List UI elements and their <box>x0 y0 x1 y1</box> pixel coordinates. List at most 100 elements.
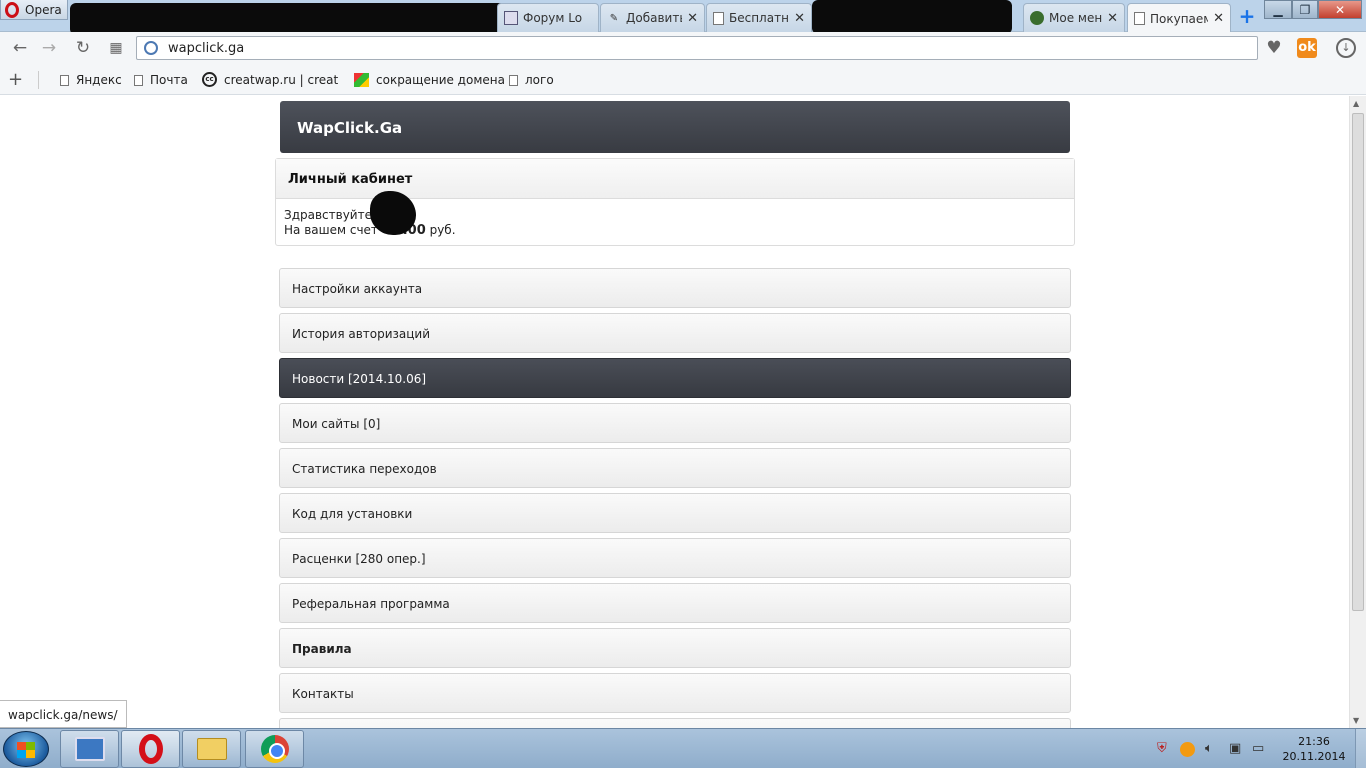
bookmark-domain-shortener[interactable]: сокращение домена <box>354 73 505 87</box>
site-header: WapClick.Ga <box>280 101 1070 153</box>
page-icon <box>134 74 143 86</box>
menu-install-code[interactable]: Код для установки <box>279 493 1071 533</box>
antivirus-tray-icon[interactable]: ⛨ <box>1157 741 1167 756</box>
scroll-up-icon[interactable]: ▲ <box>1353 99 1359 108</box>
clock-time: 21:36 <box>1298 735 1330 748</box>
device-tray-icon[interactable]: ▣ <box>1229 741 1241 756</box>
bookmark-creatwap[interactable]: cc creatwap.ru | creatwa <box>202 72 338 87</box>
creative-commons-icon: cc <box>202 72 217 87</box>
tab-title: Мое меню <box>1049 11 1103 25</box>
address-bar[interactable]: wapclick.ga <box>136 36 1258 60</box>
site-brand[interactable]: WapClick.Ga <box>297 119 402 137</box>
tab-close-icon[interactable]: ✕ <box>1213 11 1224 26</box>
redacted-username <box>370 191 416 235</box>
taskbar-app-control-panel[interactable] <box>60 730 119 768</box>
redacted-tabs <box>70 3 510 35</box>
tab-strip: Opera Форум Lo ✎ Добавить ✕ Бесплатн ✕ М… <box>0 0 1366 35</box>
close-window-button[interactable]: ✕ <box>1318 0 1362 19</box>
folder-icon <box>196 738 227 760</box>
vertical-scrollbar[interactable]: ▲ ▼ <box>1349 96 1366 728</box>
taskbar-app-chrome[interactable] <box>245 730 304 768</box>
bookmark-label: Яндекс <box>76 73 122 87</box>
add-bookmark-icon[interactable]: + <box>8 69 23 90</box>
reload-icon[interactable]: ↻ <box>72 38 94 58</box>
taskbar-clock[interactable]: 21:36 20.11.2014 <box>1280 734 1348 764</box>
windows-taskbar: ⛨ 🔈︎ ▣ ▭ 21:36 20.11.2014 <box>0 728 1366 768</box>
page-icon <box>60 74 69 86</box>
opera-icon <box>138 734 163 764</box>
network-monitor-icon[interactable]: ▭ <box>1252 741 1264 756</box>
start-button[interactable] <box>3 731 49 767</box>
bookmark-label: лого <box>525 73 554 87</box>
tab-active-buying[interactable]: Покупаем ✕ <box>1127 3 1231 33</box>
menu-referral[interactable]: Реферальная программа <box>279 583 1071 623</box>
avast-tray-icon[interactable] <box>1180 742 1195 757</box>
page-viewport: WapClick.Ga Личный кабинет Здравствуйте,… <box>0 96 1349 728</box>
monitor-icon <box>74 737 105 761</box>
page-icon <box>509 74 518 86</box>
tab-free[interactable]: Бесплатн ✕ <box>706 3 812 32</box>
menu-click-stats[interactable]: Статистика переходов <box>279 448 1071 488</box>
bookmark-mail[interactable]: Почта <box>134 73 188 87</box>
odnoklassniki-extension-icon[interactable]: ok <box>1297 38 1317 58</box>
bookmark-yandex[interactable]: Яндекс <box>60 73 122 87</box>
tools-favicon-icon: ✎ <box>609 12 619 24</box>
taskbar-app-opera[interactable] <box>121 730 180 768</box>
balance-prefix: На вашем счет <box>284 223 378 237</box>
tab-title: Форум Lo <box>523 11 583 25</box>
menu-contacts[interactable]: Контакты <box>279 673 1071 713</box>
opera-menu-label: Opera <box>25 2 62 17</box>
address-text[interactable]: wapclick.ga <box>168 41 244 56</box>
tab-add[interactable]: ✎ Добавить ✕ <box>600 3 705 32</box>
new-tab-button[interactable]: + <box>1236 6 1258 26</box>
clock-date: 20.11.2014 <box>1282 750 1346 763</box>
personal-cabinet-panel: Личный кабинет Здравствуйте, На вашем сч… <box>275 158 1075 246</box>
tab-my-menu[interactable]: Мое меню ✕ <box>1023 3 1125 32</box>
status-link-tooltip: wapclick.ga/news/ <box>0 700 127 728</box>
page-favicon-icon <box>1134 12 1145 25</box>
balance-suffix: руб. <box>429 223 456 237</box>
taskbar-app-explorer[interactable] <box>182 730 241 768</box>
address-toolbar: ← → ↻ ▦ wapclick.ga ♥ ok ↓ <box>0 32 1366 65</box>
menu-auth-history[interactable]: История авторизаций <box>279 313 1071 353</box>
menu-favicon-icon <box>1030 11 1044 25</box>
site-info-icon[interactable] <box>144 41 158 55</box>
scroll-down-icon[interactable]: ▼ <box>1353 716 1359 725</box>
opera-menu-button[interactable]: Opera <box>0 0 68 20</box>
tab-title: Добавить <box>626 11 683 25</box>
speed-dial-icon[interactable]: ▦ <box>105 38 127 58</box>
volume-icon[interactable]: 🔈︎ <box>1205 741 1213 756</box>
menu-pricing[interactable]: Расценки [280 опер.] <box>279 538 1071 578</box>
menu-rules[interactable]: Правила <box>279 628 1071 668</box>
tab-title: Покупаем <box>1150 11 1209 26</box>
menu-account-settings[interactable]: Настройки аккаунта <box>279 268 1071 308</box>
show-desktop-button[interactable] <box>1355 729 1366 768</box>
page-favicon-icon <box>713 11 724 25</box>
bookmark-label: Почта <box>150 73 188 87</box>
stash-heart-icon[interactable]: ♥ <box>1262 38 1286 60</box>
tab-close-icon[interactable]: ✕ <box>687 11 698 26</box>
tab-forum[interactable]: Форум Lo <box>497 3 599 32</box>
tab-close-icon[interactable]: ✕ <box>1107 11 1118 26</box>
redacted-tab <box>812 0 1012 34</box>
bookmark-label: creatwap.ru | creatwa <box>224 72 338 87</box>
windows-logo-icon <box>17 742 35 758</box>
bookmarks-divider <box>38 71 39 89</box>
tab-close-icon[interactable]: ✕ <box>794 11 805 26</box>
download-icon[interactable]: ↓ <box>1336 38 1356 58</box>
chrome-icon <box>260 735 289 763</box>
scrollbar-thumb[interactable] <box>1352 113 1364 611</box>
forum-favicon-icon <box>504 11 518 25</box>
minimize-button[interactable]: ▁ <box>1264 0 1292 19</box>
opera-logo-icon <box>5 1 19 18</box>
colorful-favicon-icon <box>354 73 369 87</box>
bookmarks-bar: + Яндекс Почта cc creatwap.ru | creatwa … <box>0 65 1366 95</box>
bookmark-label: сокращение домена <box>376 73 505 87</box>
bookmark-logo[interactable]: лого <box>509 73 554 87</box>
forward-icon[interactable]: → <box>38 38 60 58</box>
menu-item-partial[interactable] <box>279 718 1071 728</box>
restore-button[interactable]: ❐ <box>1292 0 1318 19</box>
menu-my-sites[interactable]: Мои сайты [0] <box>279 403 1071 443</box>
menu-news[interactable]: Новости [2014.10.06] <box>279 358 1071 398</box>
back-icon[interactable]: ← <box>9 38 31 58</box>
